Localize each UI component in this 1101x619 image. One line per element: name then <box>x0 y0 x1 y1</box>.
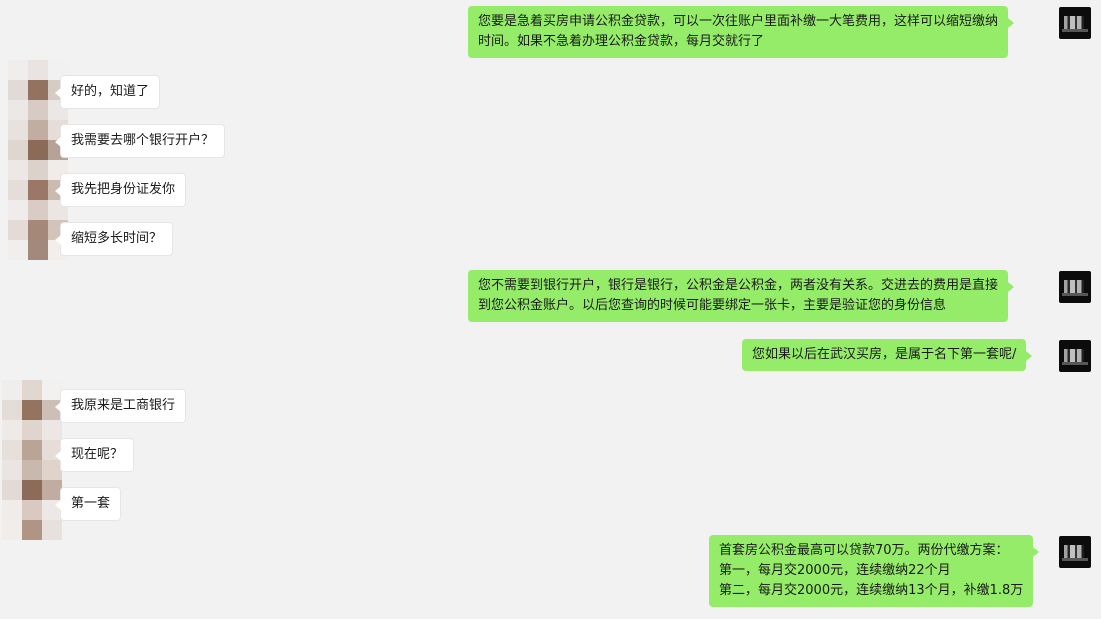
incoming-message[interactable]: 我原来是工商银行 <box>54 389 187 423</box>
message-text: 现在呢？ <box>71 447 124 462</box>
message-text: 缩短多长时间？ <box>71 231 163 246</box>
incoming-message[interactable]: 我先把身份证发你 <box>54 173 187 207</box>
message-text: 您要是急着买房申请公积金贷款，可以一次往账户里面补缴一大笔费用，这样可以缩短缴纳 <box>478 14 999 29</box>
message-text: 我先把身份证发你 <box>71 182 176 197</box>
message-text: 您如果以后在武汉买房，是属于名下第一套呢/ <box>752 347 1017 362</box>
incoming-message[interactable]: 现在呢？ <box>54 438 135 472</box>
incoming-message[interactable]: 缩短多长时间？ <box>54 222 174 256</box>
message-text: 我需要去哪个银行开户？ <box>71 133 215 148</box>
message-text: 首套房公积金最高可以贷款70万。两份代缴方案： <box>719 543 1009 558</box>
incoming-message[interactable]: 好的，知道了 <box>54 75 161 109</box>
user-avatar-icon[interactable] <box>1059 340 1091 372</box>
message-text: 第一套 <box>71 496 111 511</box>
incoming-message[interactable]: 我需要去哪个银行开户？ <box>54 124 226 158</box>
outgoing-message[interactable]: 您如果以后在武汉买房，是属于名下第一套呢/ <box>742 339 1033 371</box>
incoming-message[interactable]: 第一套 <box>54 487 122 521</box>
message-text: 第一，每月交2000元，连续缴纳22个月 <box>719 563 951 578</box>
message-text: 第二，每月交2000元，连续缴纳13个月，补缴1.8万 <box>719 583 1024 598</box>
user-avatar-icon[interactable] <box>1059 536 1091 568</box>
user-avatar-icon[interactable] <box>1059 7 1091 39</box>
message-text: 好的，知道了 <box>71 84 150 99</box>
outgoing-message[interactable]: 您要是急着买房申请公积金贷款，可以一次往账户里面补缴一大笔费用，这样可以缩短缴纳… <box>468 6 1015 58</box>
outgoing-message[interactable]: 首套房公积金最高可以贷款70万。两份代缴方案： 第一，每月交2000元，连续缴纳… <box>709 535 1040 607</box>
outgoing-message[interactable]: 您不需要到银行开户，银行是银行，公积金是公积金，两者没有关系。交进去的费用是直接… <box>468 270 1015 322</box>
user-avatar-icon[interactable] <box>1059 271 1091 303</box>
message-text: 时间。如果不急着办理公积金贷款，每月交就行了 <box>478 34 765 49</box>
message-text: 您不需要到银行开户，银行是银行，公积金是公积金，两者没有关系。交进去的费用是直接 <box>478 278 999 293</box>
message-text: 到您公积金账户。以后您查询的时候可能要绑定一张卡，主要是验证您的身份信息 <box>478 298 947 313</box>
blurred-avatar-icon <box>2 380 62 540</box>
message-text: 我原来是工商银行 <box>71 398 176 413</box>
